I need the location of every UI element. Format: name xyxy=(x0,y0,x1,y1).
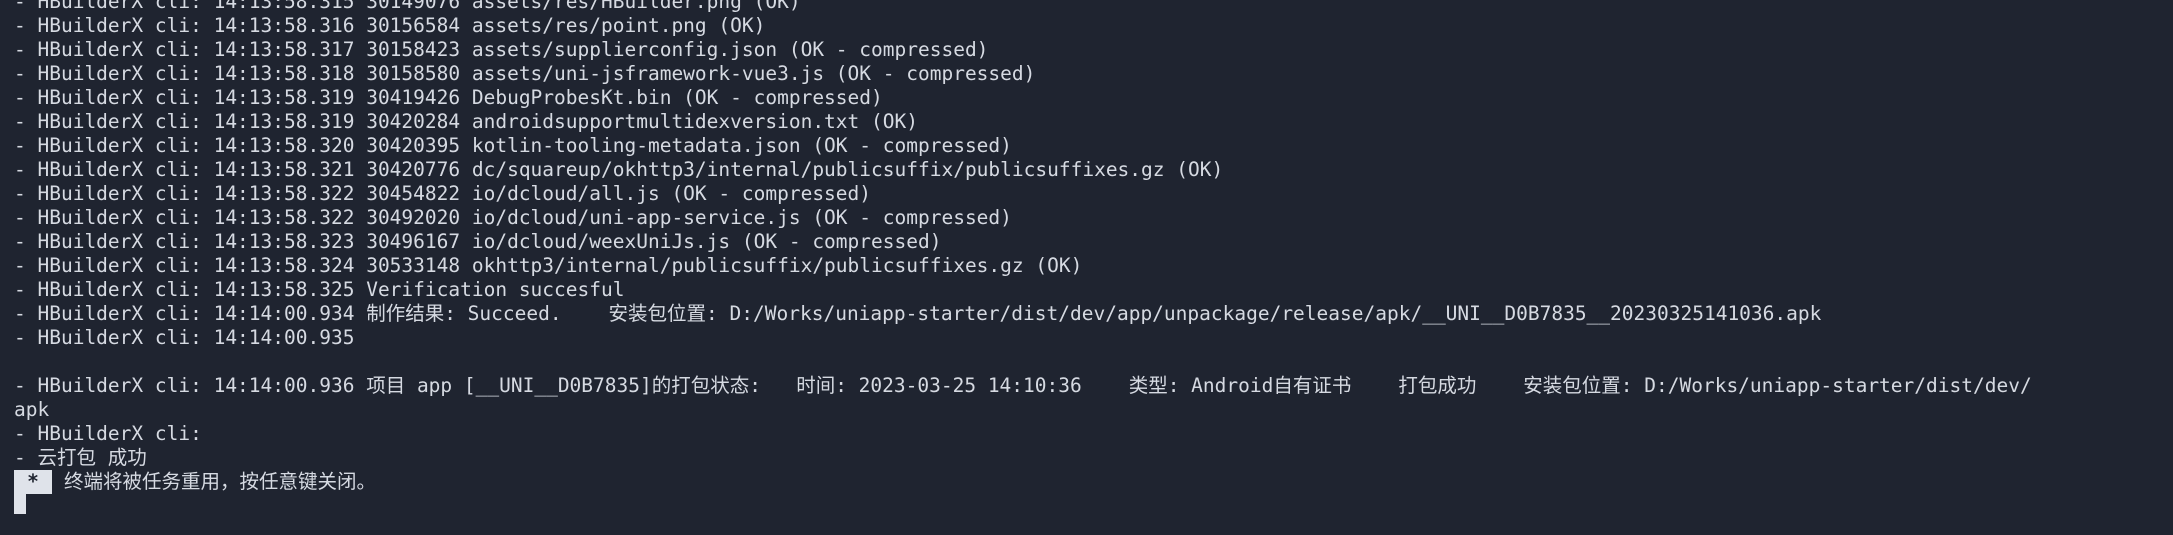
cursor-glyph: * xyxy=(14,470,52,494)
log-line: - HBuilderX cli: 14:13:58.319 30419426 D… xyxy=(14,86,883,109)
build-result-line: - HBuilderX cli: 14:14:00.934 制作结果: Succ… xyxy=(14,302,1822,325)
terminal-window[interactable]: - HBuilderX cli: 14:13:58.315 30149076 a… xyxy=(0,0,2173,535)
cursor-stem xyxy=(14,494,26,514)
terminal-output: - HBuilderX cli: 14:13:58.315 30149076 a… xyxy=(14,0,2173,514)
log-line: - HBuilderX cli: 14:14:00.935 xyxy=(14,326,355,349)
log-line: - HBuilderX cli: 14:13:58.315 30149076 a… xyxy=(14,0,801,13)
log-line: - HBuilderX cli: 14:13:58.324 30533148 o… xyxy=(14,254,1083,277)
cursor-icon: * xyxy=(14,470,52,514)
cli-end-line: - HBuilderX cli: xyxy=(14,422,202,445)
log-line: - HBuilderX cli: 14:13:58.320 30420395 k… xyxy=(14,134,1012,157)
terminal-prompt[interactable]: * 终端将被任务重用，按任意键关闭。 xyxy=(14,470,2173,514)
log-line: - HBuilderX cli: 14:13:58.318 30158580 a… xyxy=(14,62,1036,85)
close-hint-message: 终端将被任务重用，按任意键关闭。 xyxy=(64,470,377,493)
log-line: - HBuilderX cli: 14:13:58.319 30420284 a… xyxy=(14,110,918,133)
pack-status-line: - HBuilderX cli: 14:14:00.936 项目 app [__… xyxy=(14,374,2032,397)
cloud-pack-success-line: - 云打包 成功 xyxy=(14,446,147,469)
log-line: - HBuilderX cli: 14:13:58.322 30492020 i… xyxy=(14,206,1012,229)
verification-line: - HBuilderX cli: 14:13:58.325 Verificati… xyxy=(14,278,625,301)
log-line: - HBuilderX cli: 14:13:58.317 30158423 a… xyxy=(14,38,989,61)
log-line: - HBuilderX cli: 14:13:58.316 30156584 a… xyxy=(14,14,766,37)
pack-status-line-wrap: apk xyxy=(14,398,50,421)
log-line: - HBuilderX cli: 14:13:58.322 30454822 i… xyxy=(14,182,872,205)
log-line: - HBuilderX cli: 14:13:58.321 30420776 d… xyxy=(14,158,1224,181)
log-line: - HBuilderX cli: 14:13:58.323 30496167 i… xyxy=(14,230,942,253)
